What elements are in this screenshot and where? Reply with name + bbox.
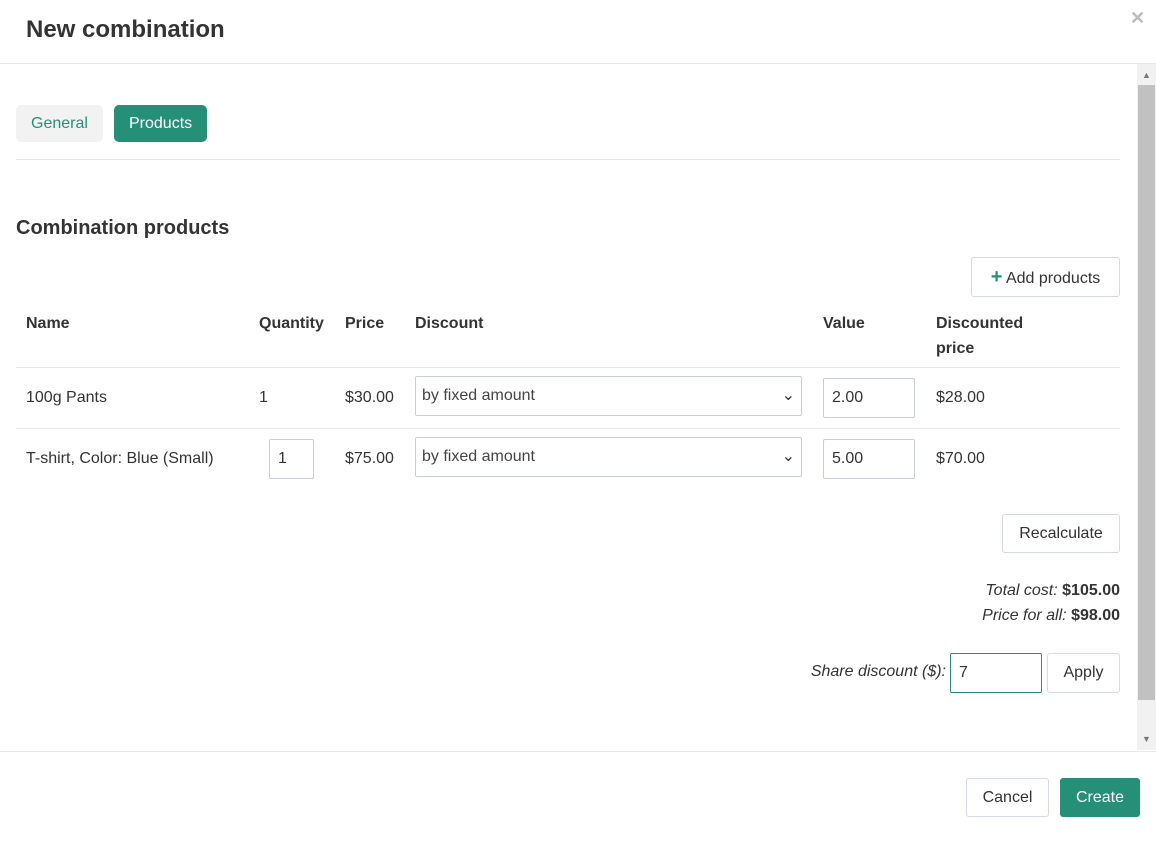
column-name: Name [26, 315, 70, 332]
product-name: T-shirt, Color: Blue (Small) [26, 450, 214, 467]
price: $75.00 [345, 450, 394, 467]
discount-value: by fixed amount [422, 387, 535, 404]
create-button[interactable]: Create [1060, 778, 1140, 817]
tab-general[interactable]: General [16, 105, 103, 142]
divider [16, 428, 1120, 429]
price-for-all-label: Price for all: [982, 607, 1067, 624]
scroll-up-icon[interactable]: ▲ [1142, 70, 1151, 80]
product-name: 100g Pants [26, 389, 107, 406]
scrollbar-thumb[interactable] [1138, 85, 1155, 700]
tab-products[interactable]: Products [114, 105, 208, 142]
column-price: Price [345, 315, 385, 332]
divider [0, 63, 1156, 64]
divider [16, 159, 1120, 160]
quantity: 1 [259, 389, 268, 406]
price: $30.00 [345, 389, 394, 406]
divider [16, 367, 1120, 368]
chevron-down-icon: ⌄ [781, 448, 795, 465]
column-discount: Discount [415, 315, 484, 332]
share-discount-label: Share discount ($): [810, 663, 946, 680]
column-quantity: Quantity [259, 315, 324, 332]
total-cost-value: $105.00 [1062, 582, 1120, 599]
share-discount-input[interactable]: 7 [950, 653, 1042, 693]
cancel-button[interactable]: Cancel [966, 778, 1049, 817]
price-for-all: Price for all: $98.00 [982, 607, 1120, 625]
value-input[interactable]: 2.00 [823, 378, 915, 418]
scroll-down-icon[interactable]: ▼ [1142, 734, 1151, 744]
plus-icon: + [990, 265, 1003, 288]
discount-select[interactable]: by fixed amount ⌄ [415, 437, 802, 477]
add-products-label: Add products [1005, 269, 1101, 287]
chevron-down-icon: ⌄ [781, 387, 795, 404]
discounted-price: $28.00 [936, 389, 985, 406]
value-input[interactable]: 5.00 [823, 439, 915, 479]
section-title: Combination products [16, 217, 230, 239]
total-cost-label: Total cost: [985, 582, 1058, 599]
price-for-all-value: $98.00 [1071, 607, 1120, 624]
divider [0, 751, 1156, 752]
discount-value: by fixed amount [422, 448, 535, 465]
apply-button[interactable]: Apply [1047, 653, 1120, 693]
quantity-input[interactable]: 1 [269, 439, 314, 479]
column-discounted-price: Discounted price [936, 315, 1024, 357]
recalculate-button[interactable]: Recalculate [1002, 514, 1120, 553]
total-cost: Total cost: $105.00 [985, 582, 1120, 600]
close-icon[interactable]: ✕ [1130, 8, 1145, 29]
discounted-price: $70.00 [936, 450, 985, 467]
add-products-button[interactable]: + Add products [971, 257, 1120, 297]
column-value: Value [823, 315, 865, 332]
discount-select[interactable]: by fixed amount ⌄ [415, 376, 802, 416]
dialog-title: New combination [26, 16, 225, 43]
